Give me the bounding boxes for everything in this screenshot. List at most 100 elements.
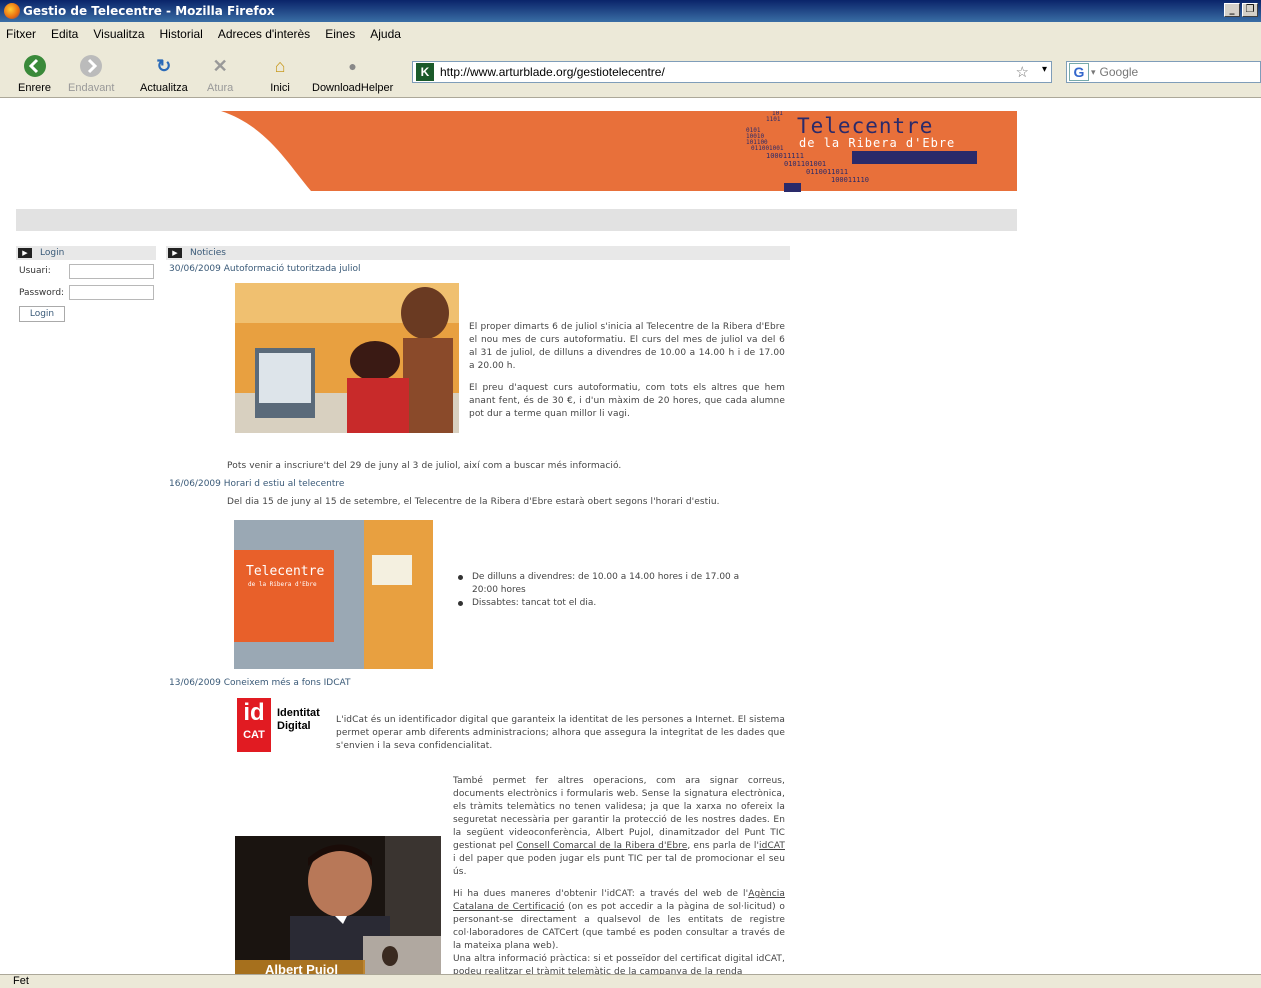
text-fragment: Hi ha dues maneres d'obtenir l'idCAT: a … [453, 889, 749, 899]
menu-edit[interactable]: Edita [51, 27, 78, 41]
login-button[interactable]: Login [19, 306, 65, 322]
summer-hours-list: De dilluns a divendres: de 10.00 a 14.00… [456, 571, 756, 610]
idcat-logo: id CAT [237, 698, 271, 752]
telecentre-banner: Telecentre de la Ribera d'Ebre 01 101 11… [221, 111, 1017, 192]
menu-view[interactable]: Visualitza [93, 27, 144, 41]
photo-sign-text: Telecentre [246, 564, 324, 579]
home-button[interactable]: ⌂ Inici [268, 54, 292, 95]
login-header-label: Login [40, 248, 65, 258]
window-title: Gestio de Telecentre - Mozilla Firefox [23, 4, 275, 18]
forward-button[interactable]: Endavant [68, 54, 114, 94]
arrow-icon: ▶ [18, 248, 32, 258]
page-content: Telecentre de la Ribera d'Ebre 01 101 11… [0, 99, 1261, 974]
news-date: 30/06/2009 [169, 264, 221, 274]
photo-sign-subtext: de la Ribera d'Ebre [248, 581, 317, 588]
home-label: Inici [270, 82, 290, 94]
search-placeholder: Google [1099, 65, 1139, 79]
navigation-toolbar: Enrere Endavant ↻ Actualitza ✕ Atura ⌂ I… [0, 46, 1261, 98]
site-favicon-icon: K [416, 63, 434, 81]
telecentre-door-photo: Telecentre de la Ribera d'Ebre [234, 520, 433, 669]
news-title-link[interactable]: Horari d estiu al telecentre [224, 479, 345, 489]
news-paragraph: El proper dimarts 6 de juliol s'inicia a… [469, 322, 785, 371]
downloadhelper-icon: ● [348, 58, 357, 74]
home-icon: ⌂ [274, 55, 286, 76]
password-label: Password: [19, 288, 65, 298]
list-item: De dilluns a divendres: de 10.00 a 14.00… [456, 571, 756, 597]
office-photo [235, 283, 459, 433]
binary-line: 0101101001 [784, 160, 826, 168]
idcat-logo-cat: CAT [243, 729, 265, 741]
binary-line: 100011110 [831, 176, 869, 184]
idcat-logo-id: id [243, 699, 265, 726]
forward-label: Endavant [68, 82, 115, 94]
downloadhelper-label: DownloadHelper [312, 82, 394, 94]
search-box[interactable]: G ▾ Google [1066, 61, 1261, 83]
news-title-link[interactable]: Autoformació tutoritzada juliol [224, 264, 361, 274]
username-label: Usuari: [19, 266, 51, 276]
minimize-button[interactable]: _ [1224, 3, 1240, 17]
password-input[interactable] [69, 285, 154, 300]
news-title-link[interactable]: Coneixem més a fons IDCAT [224, 678, 351, 688]
reload-icon: ↻ [156, 55, 172, 76]
login-header: ▶ Login [16, 246, 156, 260]
status-bar: Fet [0, 974, 1261, 988]
news-paragraph: Pots venir a inscriure't del 29 de juny … [227, 461, 622, 471]
menu-tools[interactable]: Eines [325, 27, 355, 41]
text-fragment: També permet fer altres operacions, com … [453, 776, 785, 851]
idcat-logo-text2: Digital [277, 720, 311, 732]
engine-dropdown-icon[interactable]: ▾ [1091, 67, 1096, 78]
stop-button[interactable]: ✕ Atura [207, 54, 234, 95]
address-dropdown-icon[interactable]: ▾ [1042, 64, 1047, 75]
window-controls: _ ❐ [1224, 3, 1258, 17]
downloadhelper-button[interactable]: ● DownloadHelper [312, 54, 393, 94]
username-input[interactable] [69, 264, 154, 279]
menu-file[interactable]: Fitxer [6, 27, 36, 41]
news-paragraph: Una altra informació pràctica: si et pos… [453, 954, 785, 974]
news-item-title[interactable]: 16/06/2009 Horari d estiu al telecentre [169, 479, 344, 489]
stop-label: Atura [207, 82, 234, 94]
back-arrow-icon [23, 54, 47, 78]
menu-help[interactable]: Ajuda [370, 27, 401, 41]
bookmark-star-icon[interactable]: ☆ [1016, 63, 1029, 81]
video-caption: Albert Pujol [265, 962, 338, 974]
banner-subtitle: de la Ribera d'Ebre [799, 136, 955, 150]
news-date: 13/06/2009 [169, 678, 221, 688]
news-date: 16/06/2009 [169, 479, 221, 489]
binary-line: 0110011011 [806, 168, 848, 176]
back-label: Enrere [18, 82, 52, 94]
address-url: http://www.arturblade.org/gestiotelecent… [440, 65, 665, 79]
news-paragraph: Hi ha dues maneres d'obtenir l'idCAT: a … [453, 888, 785, 953]
binary-line: 1101 [766, 116, 781, 123]
google-engine-icon[interactable]: G [1069, 63, 1089, 81]
forward-arrow-icon [79, 54, 103, 78]
idcat-link[interactable]: idCAT [759, 841, 785, 851]
arrow-icon: ▶ [168, 248, 182, 258]
video-player[interactable]: Albert Pujol [235, 836, 441, 974]
list-item: Dissabtes: tancat tot el dia. [456, 597, 756, 610]
news-header: ▶ Noticies [166, 246, 790, 260]
news-item-title[interactable]: 30/06/2009 Autoformació tutoritzada juli… [169, 264, 361, 274]
binary-line: 011001001 [751, 145, 784, 152]
menu-bar: Fitxer Edita Visualitza Historial Adrece… [0, 22, 1261, 46]
news-paragraph: Del dia 15 de juny al 15 de setembre, el… [227, 497, 720, 507]
consell-comarcal-link[interactable]: Consell Comarcal de la Ribera d'Ebre [516, 841, 687, 851]
news-paragraph: També permet fer altres operacions, com … [453, 775, 785, 879]
window-titlebar: Gestio de Telecentre - Mozilla Firefox _… [0, 0, 1261, 22]
status-text: Fet [13, 975, 29, 987]
idcat-logo-text1: Identitat [277, 707, 320, 719]
idcat-logo-text: Identitat Digital [277, 707, 320, 733]
menu-history[interactable]: Historial [160, 27, 203, 41]
text-fragment: , ens parla de l' [687, 841, 760, 851]
reload-button[interactable]: ↻ Actualitza [140, 54, 188, 95]
menu-bookmarks[interactable]: Adreces d'interès [218, 27, 310, 41]
back-button[interactable]: Enrere [18, 54, 51, 94]
news-paragraph: L'idCat és un identificador digital que … [336, 715, 785, 751]
news-item-title[interactable]: 13/06/2009 Coneixem més a fons IDCAT [169, 678, 350, 688]
banner-nav-band [16, 209, 1017, 231]
firefox-logo-icon [4, 3, 20, 19]
text-fragment: i del paper que poden jugar els punt TIC… [453, 854, 785, 877]
news-paragraph: El preu d'aquest curs autoformatiu, com … [469, 383, 785, 419]
banner-title: Telecentre [797, 114, 933, 138]
address-bar[interactable]: K http://www.arturblade.org/gestiotelece… [412, 61, 1052, 83]
restore-button[interactable]: ❐ [1242, 3, 1258, 17]
